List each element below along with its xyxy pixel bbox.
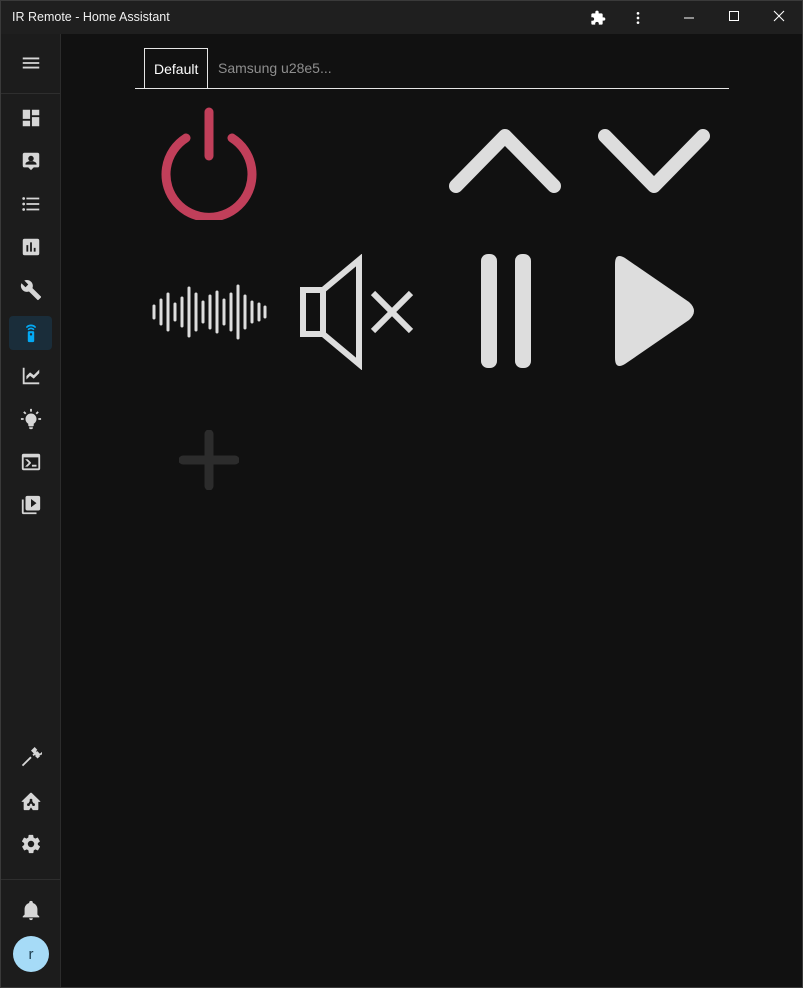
- main-content: Default Samsung u28e5...: [61, 34, 802, 987]
- home-assistant-icon: [21, 792, 40, 811]
- wrench-icon: [20, 280, 41, 301]
- sidebar-divider: [1, 93, 60, 94]
- avatar[interactable]: r: [13, 936, 49, 972]
- sidebar-item-lights[interactable]: [9, 402, 52, 436]
- sidebar-item-logbook[interactable]: [9, 187, 52, 221]
- lightbulb-icon: [20, 408, 41, 430]
- sidebar-item-notifications[interactable]: [9, 893, 52, 927]
- tab-label: Samsung u28e5...: [218, 60, 332, 76]
- remote-icon: [25, 324, 36, 343]
- dashboard-icon: [22, 109, 39, 127]
- puzzle-icon[interactable]: [586, 1, 610, 34]
- play-icon: [615, 256, 694, 366]
- channel-up-button[interactable]: [446, 126, 564, 198]
- play-button[interactable]: [609, 250, 701, 372]
- sidebar-item-energy[interactable]: [9, 359, 52, 393]
- power-button[interactable]: [151, 102, 267, 222]
- add-button[interactable]: [179, 430, 239, 490]
- chart-box-icon: [22, 238, 39, 256]
- area-chart-icon: [22, 367, 39, 385]
- close-icon[interactable]: [759, 0, 799, 32]
- app-window: IR Remote - Home Assistant r Default Sam…: [0, 0, 803, 988]
- sidebar-item-map[interactable]: [9, 144, 52, 178]
- mute-button[interactable]: [297, 254, 417, 370]
- sidebar-item-history[interactable]: [9, 230, 52, 264]
- sidebar-item-media[interactable]: [9, 488, 52, 522]
- tab-label: Default: [154, 60, 199, 77]
- channel-down-button[interactable]: [595, 126, 713, 198]
- avatar-initial: r: [28, 945, 34, 963]
- sidebar-item-overview[interactable]: [9, 101, 52, 135]
- volume-off-icon: [300, 254, 414, 370]
- sidebar-item-tools[interactable]: [9, 273, 52, 307]
- sidebar-item-ir-remote[interactable]: [9, 316, 52, 350]
- maximize-icon[interactable]: [714, 0, 754, 32]
- cog-icon: [21, 834, 40, 854]
- tab-bar: Default Samsung u28e5...: [135, 48, 729, 89]
- window-title: IR Remote - Home Assistant: [12, 10, 170, 24]
- hammer-icon: [21, 747, 42, 767]
- play-box-icon: [21, 495, 40, 515]
- power-icon: [161, 107, 257, 220]
- chevron-up-icon: [449, 129, 561, 193]
- sidebar-item-supervisor[interactable]: [9, 784, 52, 818]
- sidebar-item-terminal[interactable]: [9, 445, 52, 479]
- sidebar: r: [1, 34, 61, 987]
- minimize-icon[interactable]: [669, 1, 709, 34]
- pause-button[interactable]: [477, 252, 537, 370]
- bell-icon: [22, 900, 39, 921]
- format-list-icon: [21, 197, 39, 211]
- title-bar: IR Remote - Home Assistant: [1, 1, 802, 34]
- plus-icon: [179, 430, 239, 490]
- sidebar-item-settings[interactable]: [9, 827, 52, 861]
- menu-icon[interactable]: [9, 46, 52, 80]
- chevron-down-icon: [598, 129, 710, 193]
- tab-samsung[interactable]: Samsung u28e5...: [209, 48, 341, 88]
- console-icon: [21, 453, 40, 471]
- sidebar-divider: [1, 879, 60, 880]
- waveform-icon: [152, 284, 267, 340]
- tab-default[interactable]: Default: [144, 48, 209, 88]
- account-box-icon: [22, 152, 39, 171]
- pause-icon: [481, 254, 531, 368]
- sidebar-item-developer-tools[interactable]: [9, 741, 52, 775]
- more-vert-icon[interactable]: [626, 1, 650, 34]
- audio-button[interactable]: [149, 280, 269, 344]
